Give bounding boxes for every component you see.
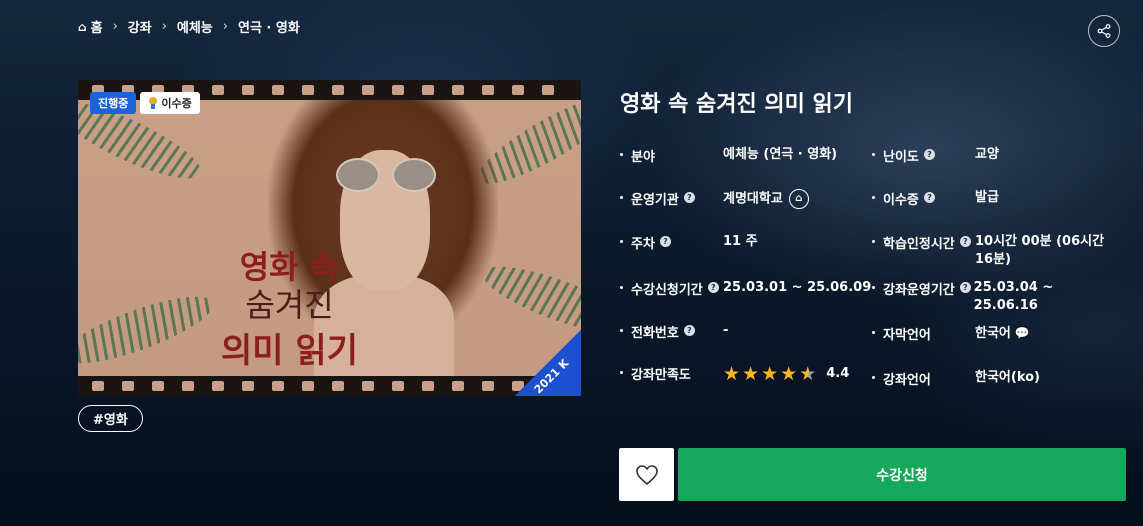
subtitle-label: 자막언어 bbox=[872, 324, 975, 343]
course-period-label: 강좌운영기간? bbox=[872, 279, 974, 315]
help-icon[interactable]: ? bbox=[683, 325, 695, 336]
institution-value: 계명대학교 ⌂ bbox=[723, 189, 809, 209]
like-button[interactable] bbox=[619, 448, 674, 501]
phone-label: 전화번호? bbox=[620, 322, 723, 341]
language-label: 강좌언어 bbox=[872, 369, 975, 388]
info-row-enroll-period: 수강신청기간? 25.03.01 ~ 25.06.09 bbox=[620, 279, 871, 298]
help-icon[interactable]: ? bbox=[659, 236, 671, 247]
certificate-label: 이수증? bbox=[872, 189, 975, 208]
star-icon: ★ bbox=[780, 362, 798, 385]
year-corner-badge: 2021 K bbox=[515, 330, 581, 396]
difficulty-label: 난이도? bbox=[872, 146, 975, 165]
info-row-phone: 전화번호? - bbox=[620, 322, 728, 341]
institution-home-icon[interactable]: ⌂ bbox=[788, 189, 809, 209]
half-star-icon: ★ bbox=[799, 362, 817, 385]
info-row-institution: 운영기관? 계명대학교 ⌂ bbox=[620, 189, 809, 209]
chevron-right-icon: › bbox=[222, 19, 228, 34]
difficulty-value: 교양 bbox=[975, 147, 999, 162]
certificate-badge: 이수증 bbox=[140, 92, 200, 114]
thumbnail-badges: 진행중 이수증 bbox=[90, 92, 200, 114]
heart-icon bbox=[635, 464, 658, 485]
certificate-value: 발급 bbox=[975, 190, 999, 205]
breadcrumb-home[interactable]: ⌂ 홈 bbox=[78, 17, 103, 37]
help-icon[interactable]: ? bbox=[923, 192, 935, 203]
breadcrumb-item-arts[interactable]: 예체능 bbox=[177, 17, 213, 36]
study-time-label: 학습인정시간? bbox=[872, 233, 975, 269]
sunglasses bbox=[336, 158, 436, 192]
star-icon: ★ bbox=[723, 362, 741, 385]
info-row-field: 분야 예체능 (연극 · 영화) bbox=[620, 146, 837, 165]
enroll-period-label: 수강신청기간? bbox=[620, 279, 723, 298]
star-icon: ★ bbox=[761, 362, 779, 385]
breadcrumb: ⌂ 홈 › 강좌 › 예체능 › 연극 · 영화 bbox=[78, 17, 300, 36]
corner-badge-text: 2021 K bbox=[531, 356, 572, 396]
institution-name: 계명대학교 bbox=[723, 191, 783, 207]
breadcrumb-item-course[interactable]: 강좌 bbox=[128, 17, 152, 36]
help-icon[interactable]: ? bbox=[959, 282, 971, 293]
help-icon[interactable]: ? bbox=[959, 236, 971, 247]
info-row-difficulty: 난이도? 교양 bbox=[872, 146, 999, 165]
info-row-weeks: 주차? 11 주 bbox=[620, 233, 758, 252]
certificate-badge-label: 이수증 bbox=[161, 97, 192, 110]
subtitle-language: 한국어 bbox=[975, 326, 1011, 341]
help-icon[interactable]: ? bbox=[707, 282, 719, 293]
home-icon: ⌂ bbox=[78, 19, 87, 34]
info-row-study-time: 학습인정시간? 10시간 00분 (06시간 16분) bbox=[872, 233, 1125, 269]
weeks-label: 주차? bbox=[620, 233, 723, 252]
chevron-right-icon: › bbox=[161, 19, 167, 34]
star-icon: ★ bbox=[742, 362, 760, 385]
star-rating: ★ ★ ★ ★ ★ 4.4 bbox=[723, 364, 849, 383]
hashtag-chip[interactable]: #영화 bbox=[78, 405, 143, 432]
help-icon[interactable]: ? bbox=[923, 149, 935, 160]
thumbnail-title-line3: 의미 읽기 bbox=[221, 331, 358, 371]
info-row-subtitle: 자막언어 한국어 💬 bbox=[872, 324, 1030, 343]
enroll-button[interactable]: 수강신청 bbox=[678, 448, 1126, 501]
film-strip-bottom bbox=[78, 376, 581, 396]
medal-icon bbox=[148, 97, 158, 109]
info-row-certificate: 이수증? 발급 bbox=[872, 189, 999, 208]
info-row-course-period: 강좌운영기간? 25.03.04 ~ 25.06.16 bbox=[872, 279, 1120, 315]
phone-value: - bbox=[723, 323, 729, 338]
help-icon[interactable]: ? bbox=[683, 192, 695, 203]
page-title: 영화 속 숨겨진 의미 읽기 bbox=[620, 92, 854, 117]
info-row-language: 강좌언어 한국어(ko) bbox=[872, 369, 1040, 388]
weeks-value: 11 주 bbox=[723, 234, 758, 249]
speech-bubble-icon: 💬 bbox=[1014, 326, 1030, 340]
breadcrumb-home-label: 홈 bbox=[90, 21, 103, 36]
enroll-period-value: 25.03.01 ~ 25.06.09 bbox=[723, 280, 872, 295]
language-value: 한국어(ko) bbox=[975, 370, 1040, 385]
share-icon bbox=[1097, 24, 1111, 38]
share-button[interactable] bbox=[1088, 15, 1120, 47]
satisfaction-label: 강좌만족도 bbox=[620, 364, 723, 383]
field-value: 예체능 (연극 · 영화) bbox=[723, 147, 838, 162]
study-time-value: 10시간 00분 (06시간 16분) bbox=[975, 234, 1105, 267]
rating-value: 4.4 bbox=[826, 365, 850, 381]
field-label: 분야 bbox=[620, 146, 723, 165]
course-period-value: 25.03.04 ~ 25.06.16 bbox=[973, 280, 1054, 313]
subtitle-value: 한국어 💬 bbox=[975, 324, 1030, 343]
course-thumbnail: 영화 속 숨겨진 의미 읽기 2021 K bbox=[78, 80, 581, 396]
chevron-right-icon: › bbox=[112, 19, 118, 34]
thumbnail-title-line2: 숨겨진 bbox=[245, 286, 334, 324]
status-badge: 진행중 bbox=[90, 92, 137, 114]
info-row-satisfaction: 강좌만족도 ★ ★ ★ ★ ★ 4.4 bbox=[620, 364, 849, 383]
breadcrumb-item-theater-film[interactable]: 연극 · 영화 bbox=[238, 17, 300, 36]
institution-label: 운영기관? bbox=[620, 189, 723, 209]
